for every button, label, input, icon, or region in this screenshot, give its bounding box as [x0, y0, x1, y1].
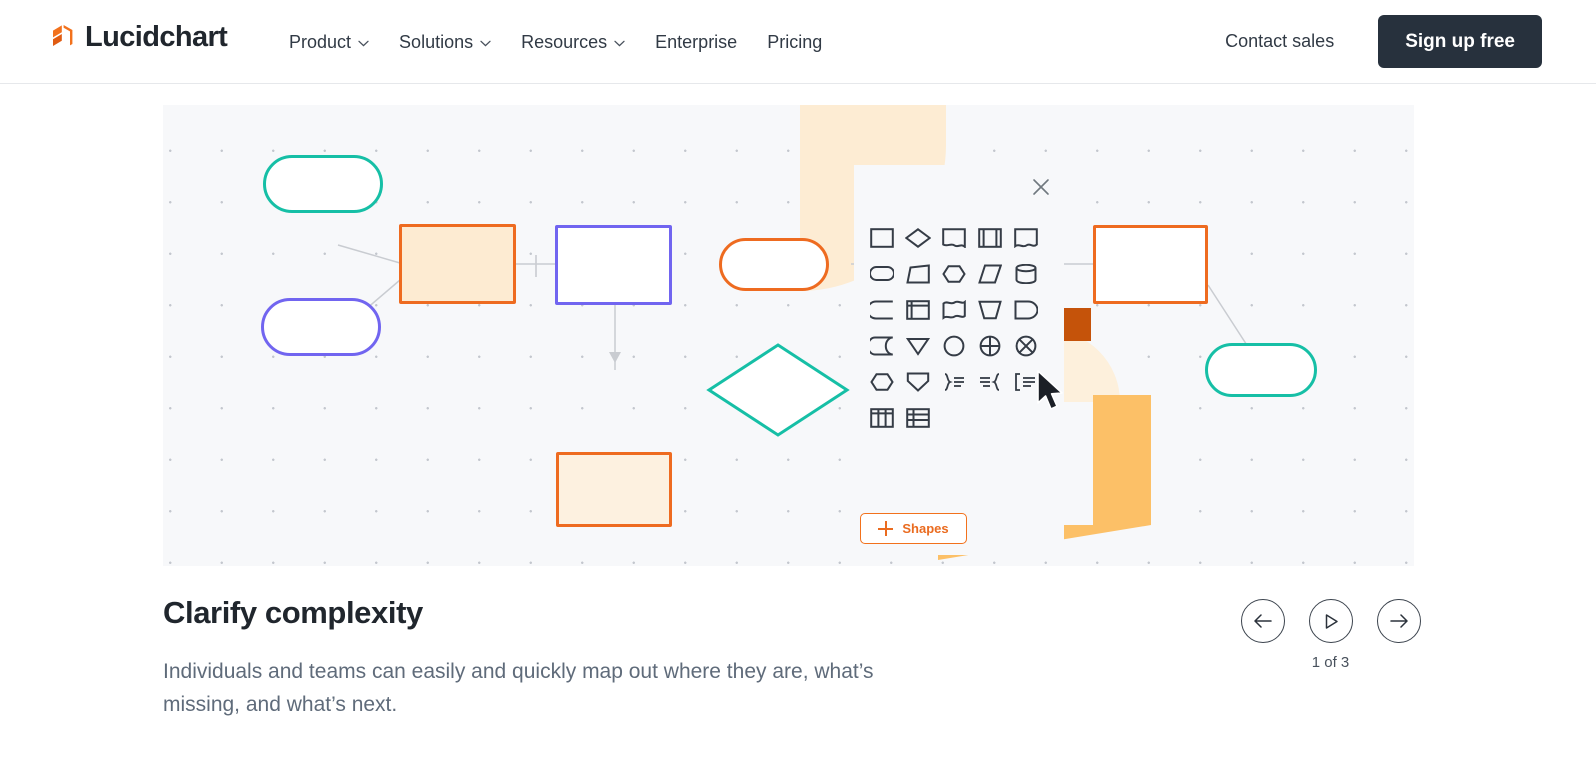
note-shape[interactable] [936, 220, 972, 256]
carousel-prev-button[interactable] [1240, 599, 1285, 643]
diamond-shape[interactable] [900, 220, 936, 256]
carousel-button-row [1240, 599, 1421, 643]
add-shapes-button[interactable]: Shapes [860, 513, 967, 544]
hexagon-shape[interactable] [936, 256, 972, 292]
nav-item-pricing[interactable]: Pricing [767, 28, 822, 56]
or-junction-shape[interactable] [1008, 328, 1044, 364]
diagram-node-process-purple[interactable] [555, 225, 672, 305]
nav-item-label: Pricing [767, 32, 823, 52]
diagram-node-decision-diamond[interactable] [706, 341, 851, 439]
chevron-down-icon [358, 40, 369, 47]
internal-storage-shape[interactable] [900, 292, 936, 328]
diagram-node-process-orange-right[interactable] [1093, 225, 1208, 304]
trapezoid-shape[interactable] [900, 256, 936, 292]
next-arrow-icon [1389, 613, 1409, 629]
nav-item-enterprise[interactable]: Enterprise [655, 28, 753, 56]
delay-shape[interactable] [864, 292, 900, 328]
chevron-down-icon [614, 40, 625, 47]
summing-junction-shape[interactable] [972, 328, 1008, 364]
table-rows-shape[interactable] [900, 400, 936, 436]
brand-logo-link[interactable]: Lucidchart [50, 21, 228, 53]
diagram-node-process-orange-filled[interactable] [399, 224, 516, 304]
site-header: Lucidchart Product Solutions Resources E… [0, 0, 1596, 84]
brace-left-list-shape[interactable] [972, 364, 1008, 400]
brand-name: Lucidchart [85, 21, 228, 53]
main-nav: Product Solutions Resources Enterprise P… [289, 28, 822, 56]
brace-right-list-shape[interactable] [936, 364, 972, 400]
predefined-process-shape[interactable] [972, 220, 1008, 256]
rounded-terminator-shape[interactable] [864, 256, 900, 292]
stored-data-shape[interactable] [864, 328, 900, 364]
diagram-node-process-orange-light[interactable] [556, 452, 672, 527]
circle-connector-shape[interactable] [936, 328, 972, 364]
display-shape[interactable] [1008, 292, 1044, 328]
page-title: Clarify complexity [163, 595, 423, 630]
document-shape[interactable] [1008, 220, 1044, 256]
diagram-node-terminator-purple[interactable] [261, 298, 381, 356]
contact-sales-link[interactable]: Contact sales [1225, 31, 1334, 52]
play-icon [1323, 613, 1339, 630]
nav-item-label: Solutions [399, 32, 474, 52]
close-icon[interactable] [1030, 176, 1052, 198]
chevron-down-icon [480, 40, 491, 47]
shape-library-panel: Shapes [854, 165, 1064, 555]
nav-item-resources[interactable]: Resources [521, 28, 641, 56]
header-actions: Contact sales Sign up free [1225, 15, 1542, 68]
extract-shape[interactable] [900, 364, 936, 400]
carousel-controls: 1 of 3 [1228, 599, 1433, 671]
sign-up-free-button[interactable]: Sign up free [1378, 15, 1542, 68]
preparation-shape[interactable] [864, 364, 900, 400]
manual-operation-shape[interactable] [972, 292, 1008, 328]
prev-arrow-icon [1253, 613, 1273, 629]
diagram-node-terminator-orange[interactable] [719, 238, 829, 291]
carousel-next-button[interactable] [1376, 599, 1421, 643]
parallelogram-shape[interactable] [972, 256, 1008, 292]
carousel-counter: 1 of 3 [1311, 654, 1350, 671]
table-columns-shape[interactable] [864, 400, 900, 436]
nav-item-label: Product [289, 32, 352, 52]
merge-triangle-shape[interactable] [900, 328, 936, 364]
nav-item-product[interactable]: Product [289, 28, 385, 56]
diagram-node-terminator-teal-right[interactable] [1205, 343, 1317, 397]
cylinder-shape[interactable] [1008, 256, 1044, 292]
caption-body-text: Individuals and teams can easily and qui… [163, 660, 874, 716]
nav-item-label: Enterprise [655, 32, 738, 52]
nav-item-solutions[interactable]: Solutions [399, 28, 507, 56]
diagram-node-terminator-teal-top[interactable] [263, 155, 383, 213]
slide-caption: Clarify complexity Individuals and teams… [163, 592, 983, 721]
diagram-canvas[interactable]: Shapes [163, 105, 1414, 566]
bracket-list-shape[interactable] [1008, 364, 1044, 400]
shape-grid [864, 220, 1054, 436]
lucid-cube-logo-icon [50, 22, 76, 52]
carousel-play-button[interactable] [1308, 599, 1353, 643]
multi-document-shape[interactable] [936, 292, 972, 328]
plus-icon [878, 521, 894, 536]
rectangle-shape[interactable] [864, 220, 900, 256]
add-shapes-label: Shapes [902, 521, 949, 536]
nav-item-label: Resources [521, 32, 608, 52]
